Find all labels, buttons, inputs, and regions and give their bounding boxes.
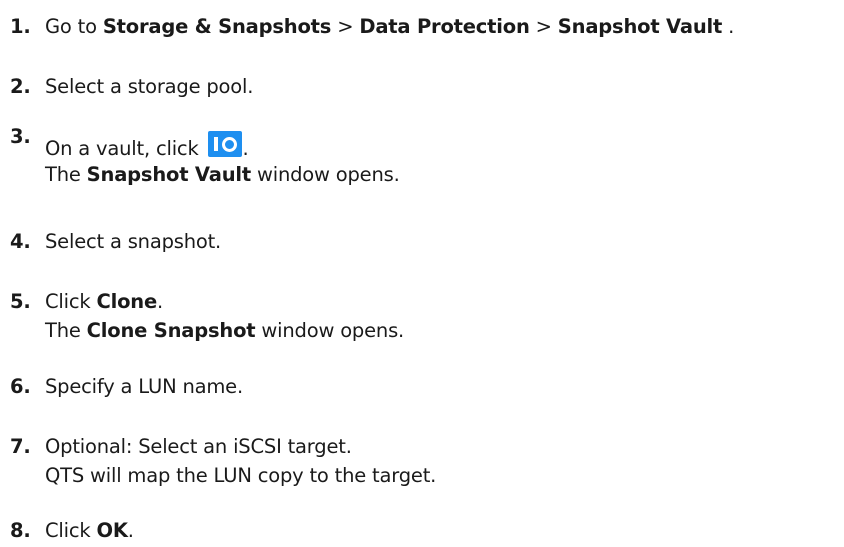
icon-bar-shape <box>213 137 218 151</box>
procedure-steps: 1. Go to Storage & Snapshots > Data Prot… <box>0 0 844 547</box>
step-text-part: window opens. <box>255 319 405 342</box>
step-line: Click Clone. <box>45 287 404 316</box>
clone-button-name: Clone <box>96 290 157 313</box>
window-name: Clone Snapshot <box>86 319 256 342</box>
step-text: Select a snapshot. <box>45 230 222 253</box>
snapshot-vault-icon <box>207 131 242 157</box>
step-text-part: The <box>45 319 87 342</box>
step-text: Select a storage pool. <box>45 75 254 98</box>
breadcrumb-separator: > <box>529 15 558 38</box>
step-text-part: . <box>127 519 134 542</box>
step-text: Click OK. <box>45 516 134 545</box>
step-result-line: The Snapshot Vault window opens. <box>45 160 400 189</box>
window-name: Snapshot Vault <box>86 163 252 186</box>
icon-ring-shape <box>221 137 237 152</box>
step-text-part: On a vault, click <box>45 137 205 160</box>
step-text-part: . <box>242 137 249 160</box>
step-text-part: Click <box>45 290 97 313</box>
step-text-part: Go to <box>45 15 103 38</box>
step-number: 3. <box>10 125 31 148</box>
step-number: 7. <box>10 435 31 458</box>
step-text-part: Click <box>45 519 97 542</box>
step-number: 5. <box>10 290 31 313</box>
step-text-part: . <box>722 15 735 38</box>
step-number: 4. <box>10 230 31 253</box>
menu-storage-snapshots: Storage & Snapshots <box>102 15 332 38</box>
step-number: 6. <box>10 375 31 398</box>
step-result-line: QTS will map the LUN copy to the target. <box>45 464 437 487</box>
step-line: Optional: Select an iSCSI target. <box>45 435 352 458</box>
step-number: 1. <box>10 15 31 38</box>
step-text: Optional: Select an iSCSI target. QTS wi… <box>45 432 436 490</box>
menu-snapshot-vault: Snapshot Vault <box>557 15 723 38</box>
ok-button-name: OK <box>96 519 128 542</box>
step-text-part: . <box>156 290 163 313</box>
step-text: Click Clone. The Clone Snapshot window o… <box>45 287 404 345</box>
step-text-part: The <box>45 163 87 186</box>
step-number: 2. <box>10 75 31 98</box>
step-text-part: window opens. <box>250 163 400 186</box>
step-text: Specify a LUN name. <box>45 375 243 398</box>
menu-data-protection: Data Protection <box>359 15 530 38</box>
step-text: On a vault, click . The Snapshot Vault w… <box>45 131 400 189</box>
step-text: Go to Storage & Snapshots > Data Protect… <box>45 12 734 41</box>
step-line: On a vault, click . <box>45 131 400 160</box>
step-number: 8. <box>10 519 31 542</box>
step-result-line: The Clone Snapshot window opens. <box>45 316 404 345</box>
breadcrumb-separator: > <box>331 15 360 38</box>
